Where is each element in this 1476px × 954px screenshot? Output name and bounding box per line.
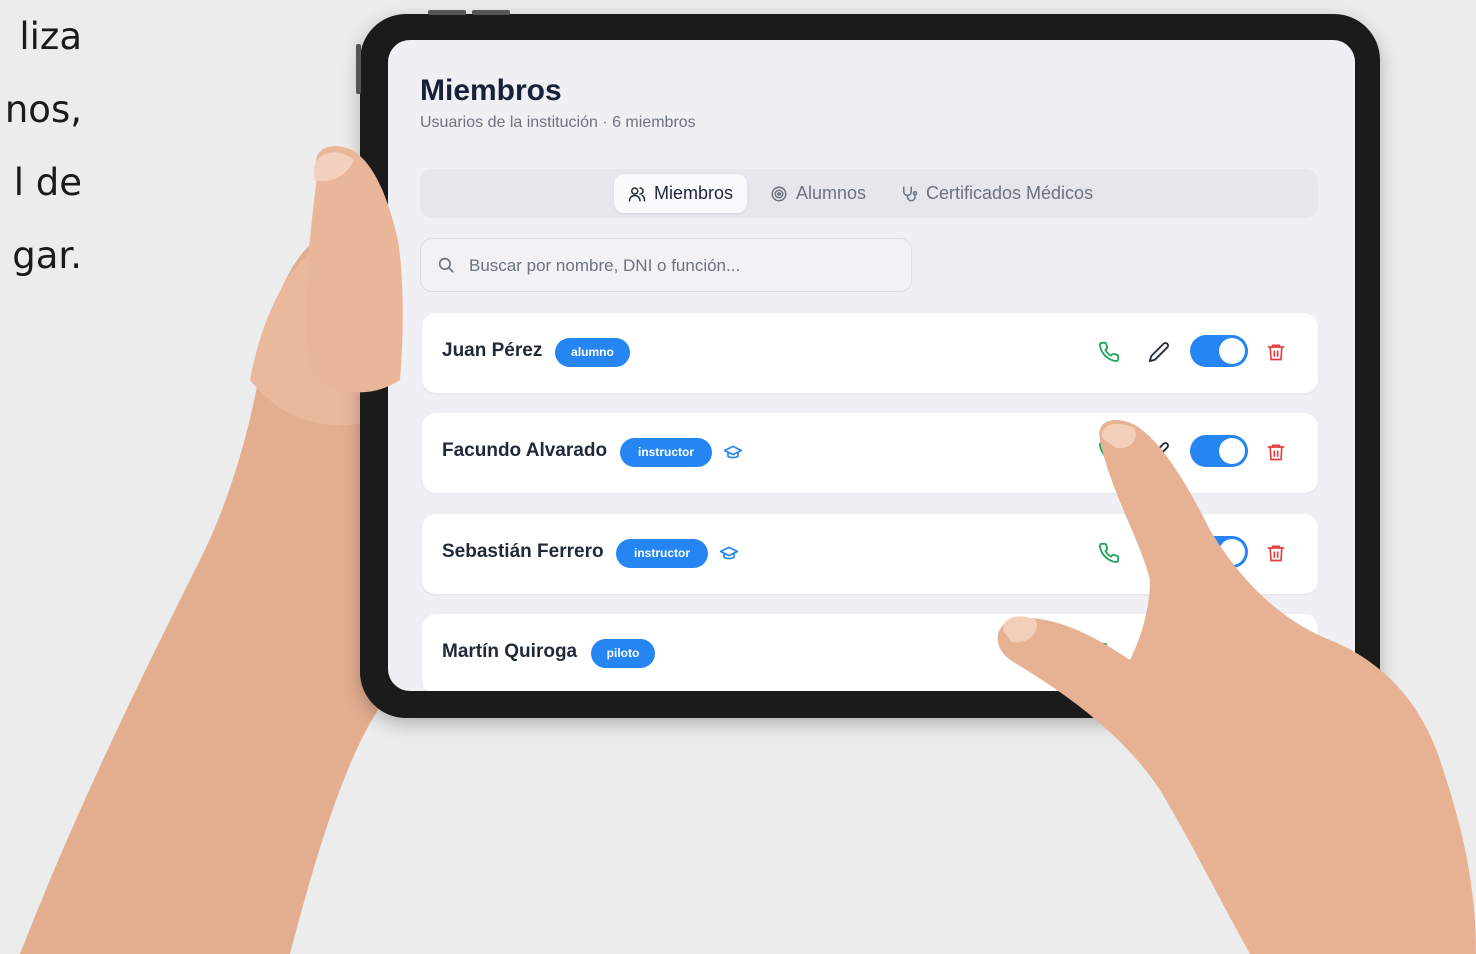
page-title: Miembros xyxy=(420,74,562,107)
trash-icon[interactable] xyxy=(1266,341,1286,363)
member-name: Facundo Alvarado xyxy=(442,440,608,461)
phone-icon[interactable] xyxy=(1098,542,1120,564)
phone-icon[interactable] xyxy=(1098,642,1120,664)
active-toggle[interactable] xyxy=(1190,536,1248,568)
graduation-cap-icon xyxy=(723,445,743,459)
background-headline: liza nos, l de gar. xyxy=(0,0,82,292)
trash-icon[interactable] xyxy=(1266,441,1286,463)
tab-label: Certificados Médicos xyxy=(926,183,1094,203)
active-toggle[interactable] xyxy=(1190,335,1248,367)
tab-certificados[interactable]: Certificados Médicos xyxy=(900,174,1093,213)
member-name: Martín Quiroga xyxy=(442,641,578,662)
role-badge: alumno xyxy=(555,338,630,367)
member-row: Juan Pérez alumno xyxy=(422,313,1318,393)
member-name: Juan Pérez xyxy=(442,340,543,361)
graduation-cap-icon xyxy=(719,546,739,560)
search-icon xyxy=(438,257,454,273)
background-text-line: gar. xyxy=(12,234,82,277)
phone-icon[interactable] xyxy=(1098,441,1120,463)
tablet-top-button xyxy=(428,10,466,15)
users-icon xyxy=(628,186,646,201)
background-text-line: nos, xyxy=(4,88,82,131)
tab-bar: Miembros Alumnos Certificados Médicos xyxy=(420,169,1318,218)
member-row: Martín Quiroga piloto xyxy=(422,614,1318,691)
active-toggle[interactable] xyxy=(1190,435,1248,467)
page-subtitle: Usuarios de la institución · 6 miembros xyxy=(420,114,696,131)
search-input[interactable] xyxy=(467,252,891,280)
background-text-line: l de xyxy=(13,161,82,204)
app-screen: Miembros Usuarios de la institución · 6 … xyxy=(388,40,1355,691)
pencil-icon[interactable] xyxy=(1148,441,1170,463)
search-box xyxy=(420,238,912,292)
tab-label: Alumnos xyxy=(796,183,867,203)
role-badge: piloto xyxy=(591,639,655,668)
stethoscope-icon xyxy=(903,186,918,201)
tab-miembros[interactable]: Miembros xyxy=(614,174,748,213)
pencil-icon[interactable] xyxy=(1148,341,1170,363)
role-badge: instructor xyxy=(616,539,708,568)
tab-label: Miembros xyxy=(654,183,734,203)
phone-icon[interactable] xyxy=(1098,341,1120,363)
member-row: Sebastián Ferrero instructor xyxy=(422,514,1318,594)
background-text-line: liza xyxy=(19,15,82,58)
role-badge: instructor xyxy=(620,438,712,467)
toggle-knob xyxy=(1219,438,1245,464)
toggle-knob xyxy=(1219,338,1245,364)
toggle-knob xyxy=(1219,539,1245,565)
tablet-top-button xyxy=(472,10,510,15)
tablet-side-button xyxy=(356,44,361,94)
tab-alumnos[interactable]: Alumnos xyxy=(770,174,866,213)
target-icon xyxy=(771,186,787,201)
member-name: Sebastián Ferrero xyxy=(442,541,604,562)
pencil-icon[interactable] xyxy=(1148,642,1170,664)
trash-icon[interactable] xyxy=(1266,542,1286,564)
member-row: Facundo Alvarado instructor xyxy=(422,413,1318,493)
